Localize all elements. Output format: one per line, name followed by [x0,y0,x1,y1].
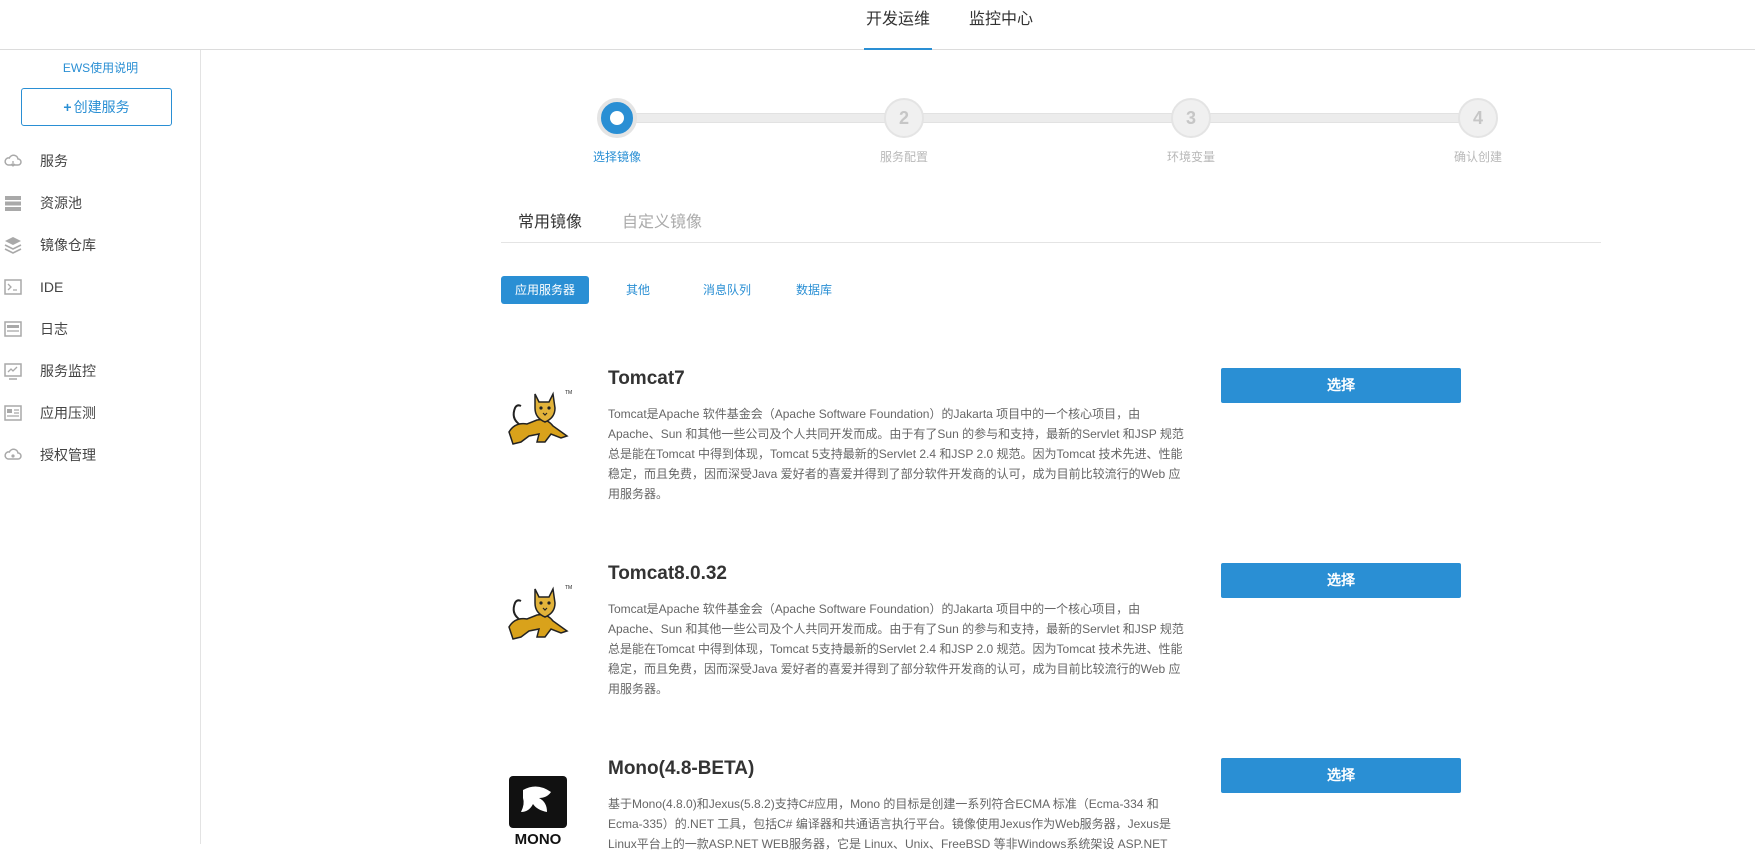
select-button[interactable]: 选择 [1221,368,1461,403]
step-number: 3 [1171,98,1211,138]
sidebar-item-label: 应用压测 [40,405,96,421]
svg-text:TM: TM [565,585,572,591]
sidebar-item-service-monitor[interactable]: 服务监控 [0,350,201,392]
tab-monitoring-center[interactable]: 监控中心 [965,0,1037,50]
log-icon [4,321,22,337]
category-other[interactable]: 其他 [626,276,650,304]
sidebar: EWS使用说明 + 创建服务 服务 资源池 镜像仓库 IDE 日志 服务监控 应… [0,50,201,844]
category-database[interactable]: 数据库 [796,276,832,304]
sidebar-item-label: 镜像仓库 [40,237,96,253]
step-label: 确认创建 [1453,150,1502,164]
sidebar-item-image-repo[interactable]: 镜像仓库 [0,224,201,266]
step-number: 2 [884,98,924,138]
mono-logo-icon: MONO [509,776,567,848]
terminal-icon [4,279,22,295]
create-service-label: 创建服务 [73,99,130,115]
tomcat-logo-icon: TM [508,390,572,445]
sidebar-item-label: 日志 [40,321,68,337]
step-2-service-config: 2 服务配置 [880,98,928,164]
tab-common-images[interactable]: 常用镜像 [518,208,582,232]
image-name: Mono(4.8-BETA) [608,758,755,779]
image-source-tabs: 常用镜像 自定义镜像 [501,198,1601,243]
cloud-icon [4,154,22,167]
cloud-key-icon [4,448,22,460]
ews-help-link[interactable]: EWS使用说明 [0,59,201,76]
sidebar-item-label: 服务 [40,153,68,169]
sidebar-item-stress-test[interactable]: 应用压测 [0,392,201,434]
sidebar-item-logs[interactable]: 日志 [0,308,201,350]
step-number: 4 [1458,98,1498,138]
sidebar-item-resource-pool[interactable]: 资源池 [0,182,201,224]
server-icon [5,196,21,211]
image-description: 基于Mono(4.8.0)和Jexus(5.8.2)支持C#应用，Mono 的目… [608,797,1171,851]
step-4-confirm: 4 确认创建 [1454,98,1502,164]
top-navigation: 开发运维 监控中心 [0,0,1755,50]
sidebar-menu: 服务 资源池 镜像仓库 IDE 日志 服务监控 应用压测 授权管理 [0,140,201,476]
category-app-server[interactable]: 应用服务器 [501,276,590,304]
step-label: 环境变量 [1166,150,1215,164]
stress-test-icon [4,405,22,421]
step-3-env-vars: 3 环境变量 [1167,98,1215,164]
sidebar-item-label: 授权管理 [40,447,96,463]
sidebar-item-service[interactable]: 服务 [0,140,201,182]
plus-icon: + [63,99,72,115]
image-description: Tomcat是Apache 软件基金会（Apache Software Foun… [608,602,1184,696]
sidebar-item-ide[interactable]: IDE [0,266,201,308]
tab-custom-images[interactable]: 自定义镜像 [622,208,702,232]
step-circle-active [597,98,637,138]
sidebar-item-auth-management[interactable]: 授权管理 [0,434,201,476]
stepper-track [618,113,1478,123]
image-name: Tomcat8.0.32 [608,563,727,584]
create-service-button[interactable]: + 创建服务 [21,88,172,126]
sidebar-item-label: 资源池 [40,195,82,211]
monitor-icon [4,363,22,380]
image-name: Tomcat7 [608,368,685,389]
step-label: 服务配置 [879,150,928,164]
svg-text:TM: TM [565,390,572,396]
svg-text:MONO: MONO [515,831,562,848]
tomcat-logo-icon: TM [508,585,572,640]
tab-dev-ops[interactable]: 开发运维 [864,0,932,50]
step-1-select-image: 选择镜像 [593,98,641,164]
select-button[interactable]: 选择 [1221,758,1461,793]
sidebar-item-label: 服务监控 [40,363,96,379]
layers-icon [4,237,22,254]
step-label: 选择镜像 [592,150,641,164]
sidebar-item-label: IDE [40,279,64,295]
create-service-stepper: 选择镜像 2 服务配置 3 环境变量 4 确认创建 [593,98,1502,168]
image-description: Tomcat是Apache 软件基金会（Apache Software Foun… [608,407,1184,501]
category-message-queue[interactable]: 消息队列 [703,276,751,304]
select-button[interactable]: 选择 [1221,563,1461,598]
